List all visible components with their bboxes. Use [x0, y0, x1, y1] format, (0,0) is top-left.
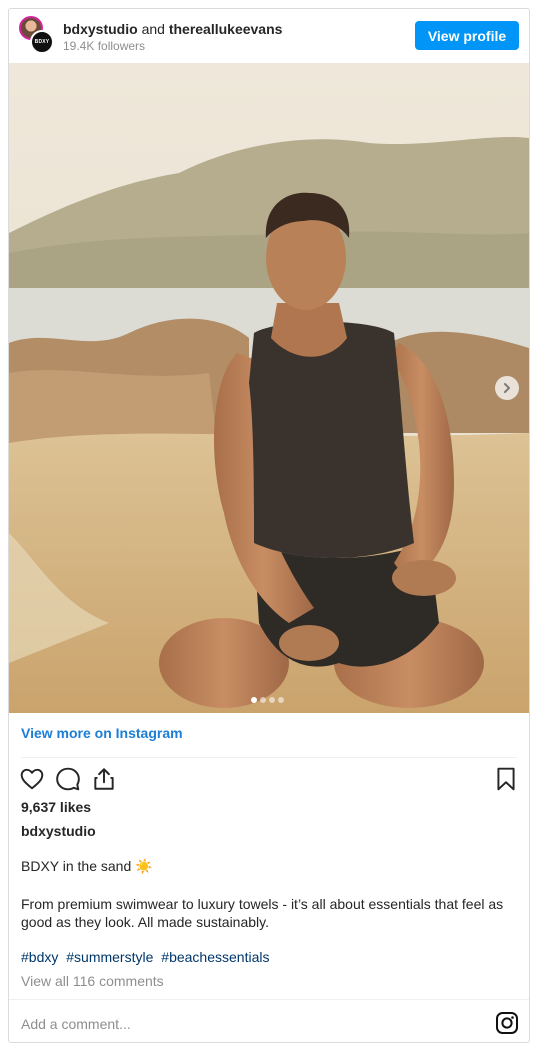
post-header: BDXY bdxystudio and thereallukeevans 19.…: [9, 9, 529, 63]
divider: [9, 999, 529, 1000]
carousel-next-button[interactable]: [495, 376, 519, 400]
hashtag-link[interactable]: #bdxy: [21, 949, 58, 965]
caption-line-1: BDXY in the sand ☀️: [21, 858, 153, 874]
and-text: and: [141, 21, 165, 37]
account-link-bdxystudio[interactable]: bdxystudio: [63, 21, 138, 37]
account-names: bdxystudio and thereallukeevans: [63, 21, 282, 38]
beach-photo-illustration: [9, 63, 529, 713]
account-link-thereallukeevans[interactable]: thereallukeevans: [169, 21, 283, 37]
comment-button[interactable]: [55, 766, 81, 792]
like-count: 9,637 likes: [21, 799, 92, 815]
hashtag-link[interactable]: #summerstyle: [66, 949, 153, 965]
instagram-icon: [496, 1012, 518, 1034]
action-bar: [19, 766, 519, 792]
view-all-comments-link[interactable]: View all 116 comments: [21, 973, 164, 989]
view-profile-button[interactable]: View profile: [415, 21, 519, 50]
carousel-dot: [278, 697, 284, 703]
view-more-on-instagram-link[interactable]: View more on Instagram: [21, 725, 183, 741]
add-comment-input[interactable]: Add a comment...: [21, 1016, 131, 1032]
post-photo[interactable]: [9, 63, 529, 713]
carousel-dot: [269, 697, 275, 703]
chevron-right-icon: [504, 383, 510, 393]
comment-icon: [56, 767, 80, 791]
follower-count: 19.4K followers: [63, 39, 146, 53]
carousel-dot: [260, 697, 266, 703]
save-button[interactable]: [493, 766, 519, 792]
caption-username[interactable]: bdxystudio: [21, 823, 96, 839]
instagram-embed-card: BDXY bdxystudio and thereallukeevans 19.…: [8, 8, 530, 1043]
avatar-stack[interactable]: BDXY: [19, 16, 55, 54]
caption-line-2: From premium swimwear to luxury towels -…: [21, 896, 504, 930]
bookmark-icon: [497, 767, 515, 791]
carousel-dot-active: [251, 697, 257, 703]
hashtags: #bdxy #summerstyle #beachessentials: [21, 949, 273, 965]
avatar-bdxystudio[interactable]: BDXY: [30, 30, 54, 54]
divider: [21, 757, 517, 758]
like-button[interactable]: [19, 766, 45, 792]
carousel-indicator: [251, 697, 284, 703]
instagram-logo-button[interactable]: [495, 1011, 519, 1035]
heart-icon: [20, 768, 44, 790]
hashtag-link[interactable]: #beachessentials: [161, 949, 269, 965]
share-button[interactable]: [91, 766, 117, 792]
share-icon: [94, 768, 114, 790]
brand-avatar-text: BDXY: [34, 39, 50, 45]
